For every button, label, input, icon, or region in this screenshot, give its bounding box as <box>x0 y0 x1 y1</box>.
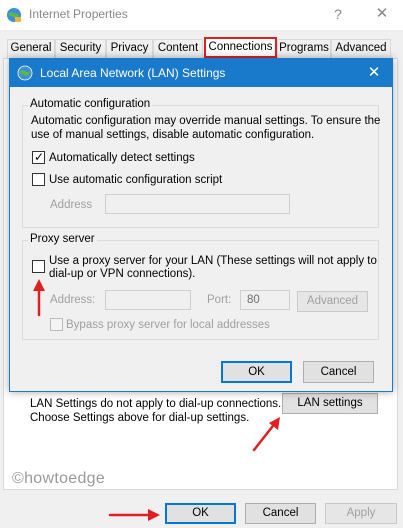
proxy-port-input[interactable]: 80 <box>240 290 290 310</box>
auto-config-description-1: Automatic configuration may override man… <box>31 115 381 127</box>
tab-strip: General Security Privacy Content Connect… <box>0 37 403 58</box>
script-address-label: Address <box>50 199 93 211</box>
ok-button[interactable]: OK <box>165 503 236 524</box>
auto-config-description-2: use of manual settings, disable automati… <box>31 129 315 141</box>
tab-privacy[interactable]: Privacy <box>106 39 153 58</box>
window-close-button[interactable]: ✕ <box>368 3 396 25</box>
dialog-titlebar: Local Area Network (LAN) Settings ✕ <box>10 59 392 87</box>
window-titlebar: Internet Properties ? ✕ <box>0 0 403 30</box>
lan-settings-note: LAN Settings do not apply to dial-up con… <box>30 397 281 425</box>
proxy-server-group-label: Proxy server <box>28 233 97 245</box>
red-arrow-lan-settings-icon <box>252 417 280 452</box>
red-arrow-ok-icon <box>108 509 160 521</box>
use-proxy-label-2: dial-up or VPN connections). <box>49 268 196 280</box>
tab-advanced[interactable]: Advanced <box>331 39 391 58</box>
dialog-close-button[interactable]: ✕ <box>360 62 388 84</box>
checkmark-icon: ✓ <box>34 150 45 164</box>
tab-programs[interactable]: Programs <box>277 39 331 58</box>
dialog-ok-button[interactable]: OK <box>221 361 292 383</box>
watermark: ©howtoedge <box>12 470 106 487</box>
bypass-local-label: Bypass proxy server for local addresses <box>66 319 270 331</box>
lan-settings-dialog: Local Area Network (LAN) Settings ✕ Auto… <box>9 58 393 392</box>
help-button[interactable]: ? <box>326 4 350 24</box>
tab-security[interactable]: Security <box>55 39 106 58</box>
auto-config-script-label: Use automatic configuration script <box>49 174 223 186</box>
tab-connections[interactable]: Connections <box>204 37 277 58</box>
dialog-title: Local Area Network (LAN) Settings <box>40 66 226 80</box>
dialog-cancel-button[interactable]: Cancel <box>303 361 374 383</box>
cancel-button[interactable]: Cancel <box>245 503 316 524</box>
script-address-input[interactable] <box>105 194 290 214</box>
use-proxy-label-1: Use a proxy server for your LAN (These s… <box>49 255 377 267</box>
auto-detect-label: Automatically detect settings <box>49 152 195 164</box>
lan-note-line-2: Choose Settings above for dial-up settin… <box>30 412 250 424</box>
red-arrow-proxy-icon <box>33 279 45 317</box>
lan-settings-button[interactable]: LAN settings <box>282 393 378 414</box>
apply-button[interactable]: Apply <box>325 503 397 524</box>
auto-config-script-checkbox[interactable] <box>32 173 45 186</box>
internet-properties-icon <box>7 8 21 22</box>
lan-note-line-1: LAN Settings do not apply to dial-up con… <box>30 398 282 410</box>
auto-config-group-label: Automatic configuration <box>28 98 153 110</box>
internet-globe-icon <box>17 65 33 81</box>
proxy-address-label: Address: <box>50 294 96 306</box>
proxy-address-input[interactable] <box>105 290 191 310</box>
auto-detect-checkbox[interactable]: ✓ <box>32 150 45 164</box>
window-title: Internet Properties <box>29 7 128 21</box>
bypass-local-checkbox[interactable] <box>50 318 63 331</box>
proxy-advanced-button[interactable]: Advanced <box>297 291 368 312</box>
tab-general[interactable]: General <box>7 39 55 58</box>
tab-content[interactable]: Content <box>153 39 203 58</box>
proxy-port-label: Port: <box>207 294 232 306</box>
use-proxy-checkbox[interactable] <box>32 260 45 273</box>
